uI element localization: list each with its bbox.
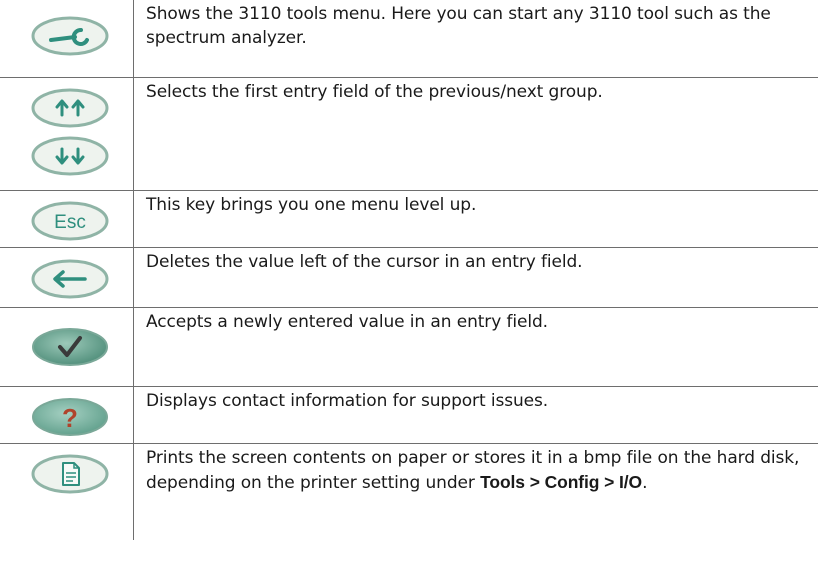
row-description: Deletes the value left of the cursor in … [146, 252, 583, 272]
checkmark-key-icon [31, 327, 109, 367]
esc-key-icon: Esc [31, 201, 109, 241]
table-row: Shows the 3110 tools menu. Here you can … [0, 0, 818, 78]
row-description: Prints the screen contents on paper or s… [146, 446, 810, 495]
question-key-label: ? [62, 403, 78, 433]
key-icon-cell [0, 248, 134, 307]
esc-key-label: Esc [54, 212, 86, 233]
key-icon-cell [0, 78, 134, 190]
print-description-text: Prints the screen contents on paper or s… [146, 448, 800, 493]
key-icon-cell [0, 0, 134, 77]
table-row: Selects the first entry field of the pre… [0, 78, 818, 191]
config-menu-path: Tools > Config > I/O [480, 472, 643, 492]
row-description: Selects the first entry field of the pre… [146, 82, 603, 102]
table-row: Deletes the value left of the cursor in … [0, 248, 818, 308]
row-description: This key brings you one menu level up. [146, 195, 477, 215]
double-up-arrow-key-icon [31, 88, 109, 128]
print-document-key-icon [31, 454, 109, 494]
print-description-end: . [642, 473, 648, 493]
key-icon-cell: Esc [0, 191, 134, 247]
row-description: Shows the 3110 tools menu. Here you can … [146, 4, 771, 48]
key-icon-cell [0, 444, 134, 540]
key-reference-table: Shows the 3110 tools menu. Here you can … [0, 0, 818, 540]
row-description: Accepts a newly entered value in an entr… [146, 312, 548, 332]
table-row: Prints the screen contents on paper or s… [0, 444, 818, 540]
wrench-key-icon [31, 16, 109, 56]
backspace-arrow-key-icon [31, 259, 109, 299]
question-mark-key-icon: ? [31, 397, 109, 437]
table-row: Accepts a newly entered value in an entr… [0, 308, 818, 387]
key-icon-cell [0, 308, 134, 386]
row-description: Displays contact information for support… [146, 391, 549, 411]
table-row: ? Displays contact information for suppo… [0, 387, 818, 444]
double-down-arrow-key-icon [31, 136, 109, 176]
table-row: Esc This key brings you one menu level u… [0, 191, 818, 248]
key-icon-cell: ? [0, 387, 134, 443]
